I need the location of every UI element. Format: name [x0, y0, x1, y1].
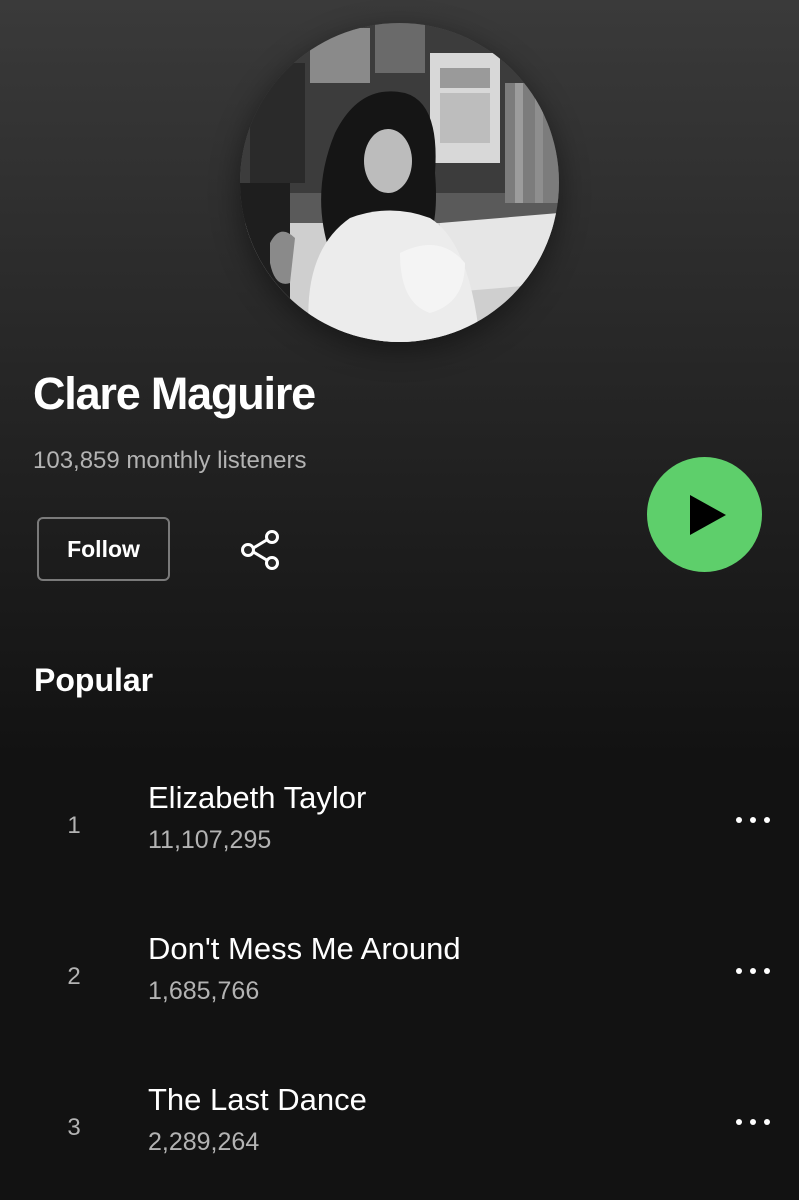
popular-section-title: Popular: [34, 662, 154, 698]
more-options-button[interactable]: [728, 1102, 778, 1142]
track-play-count: 1,685,766: [148, 977, 260, 1005]
track-row[interactable]: 2 Don't Mess Me Around 1,685,766: [0, 931, 799, 1041]
play-button[interactable]: [647, 457, 762, 572]
track-title: Don't Mess Me Around: [148, 931, 461, 966]
more-options-icon: [733, 1118, 773, 1126]
track-row[interactable]: 1 Elizabeth Taylor 11,107,295: [0, 780, 799, 890]
share-icon: [238, 528, 282, 572]
follow-button[interactable]: Follow: [37, 517, 170, 581]
track-title: The Last Dance: [148, 1082, 367, 1117]
artist-photo: [240, 23, 559, 342]
track-row[interactable]: 3 The Last Dance 2,289,264: [0, 1082, 799, 1192]
monthly-listeners: 103,859 monthly listeners: [33, 447, 307, 474]
track-number: 3: [67, 1114, 81, 1141]
more-options-icon: [733, 967, 773, 975]
track-play-count: 2,289,264: [148, 1128, 260, 1156]
more-options-button[interactable]: [728, 800, 778, 840]
artist-name: Clare Maguire: [33, 368, 316, 419]
track-play-count: 11,107,295: [148, 826, 272, 854]
track-number: 1: [67, 812, 81, 839]
track-number: 2: [67, 963, 81, 990]
track-title: Elizabeth Taylor: [148, 780, 367, 815]
share-button[interactable]: [235, 525, 285, 575]
more-options-button[interactable]: [728, 951, 778, 991]
play-icon: [688, 493, 728, 537]
more-options-icon: [733, 816, 773, 824]
